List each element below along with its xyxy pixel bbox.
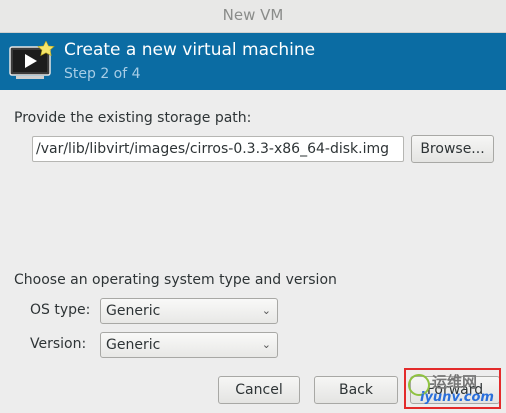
storage-path-input[interactable]: /var/lib/libvirt/images/cirros-0.3.3-x86… — [32, 136, 404, 162]
os-version-value: Generic — [106, 337, 161, 353]
back-button-label: Back — [339, 382, 373, 398]
watermark-text-url: iyunv.com — [420, 390, 494, 405]
os-type-select[interactable]: Generic ⌄ — [100, 298, 278, 324]
browse-button-label: Browse... — [420, 141, 485, 157]
window-titlebar: New VM — [0, 0, 506, 33]
wizard-title: Create a new virtual machine — [64, 40, 316, 60]
os-version-select[interactable]: Generic ⌄ — [100, 332, 278, 358]
virtual-machine-icon — [9, 41, 55, 79]
wizard-header: Create a new virtual machine Step 2 of 4 — [0, 33, 506, 90]
os-type-label: OS type: — [30, 302, 91, 318]
watermark-logo: 运维网 iyunv.com — [404, 368, 501, 409]
storage-path-value: /var/lib/libvirt/images/cirros-0.3.3-x86… — [36, 141, 389, 157]
storage-path-label: Provide the existing storage path: — [14, 110, 252, 126]
os-version-label: Version: — [30, 336, 87, 352]
chevron-down-icon: ⌄ — [261, 304, 271, 317]
wizard-step: Step 2 of 4 — [64, 66, 141, 82]
window-title: New VM — [222, 6, 284, 24]
chevron-down-icon: ⌄ — [261, 338, 271, 351]
os-choose-label: Choose an operating system type and vers… — [14, 272, 337, 288]
browse-button[interactable]: Browse... — [411, 135, 494, 163]
back-button[interactable]: Back — [314, 376, 398, 404]
watermark-text-cn: 运维网 — [432, 373, 478, 391]
cancel-button[interactable]: Cancel — [218, 376, 300, 404]
cancel-button-label: Cancel — [235, 382, 283, 398]
os-type-value: Generic — [106, 303, 161, 319]
